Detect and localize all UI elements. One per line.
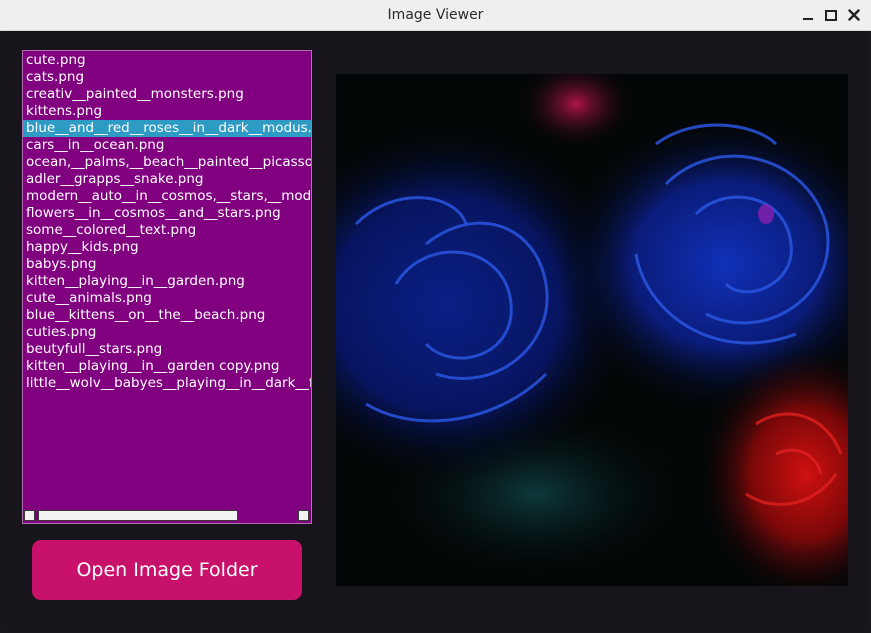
file-list-item[interactable]: flowers__in__cosmos__and__stars.png — [23, 205, 311, 222]
open-image-folder-button[interactable]: Open Image Folder — [32, 540, 302, 600]
minimize-button[interactable] — [799, 6, 817, 24]
file-list: cute.png cats.png creativ__painted__monste… — [23, 52, 311, 392]
close-button[interactable] — [845, 6, 863, 24]
file-list-item[interactable]: creativ__painted__monsters.png — [23, 86, 311, 103]
file-list-item[interactable]: kitten__playing__in__garden copy.png — [23, 358, 311, 375]
file-list-item[interactable]: blue__kittens__on__the__beach.png — [23, 307, 311, 324]
maximize-button[interactable] — [822, 6, 840, 24]
image-preview — [336, 74, 848, 586]
file-list-item[interactable]: cuties.png — [23, 324, 311, 341]
file-listbox[interactable]: cute.png cats.png creativ__painted__monste… — [22, 50, 312, 524]
file-list-item[interactable]: little__wolv__babyes__playing__in__dark_… — [23, 375, 311, 392]
file-list-item[interactable]: modern__auto__in__cosmos,__stars,__moder… — [23, 188, 311, 205]
file-list-item[interactable]: cars__in__ocean.png — [23, 137, 311, 154]
roses-image — [336, 74, 848, 586]
close-icon — [848, 9, 860, 21]
file-list-item[interactable]: cute__animals.png — [23, 290, 311, 307]
file-list-item[interactable]: kitten__playing__in__garden.png — [23, 273, 311, 290]
file-list-item[interactable]: cats.png — [23, 69, 311, 86]
scrollbar-thumb[interactable] — [38, 510, 238, 521]
title-bar: Image Viewer — [0, 0, 871, 31]
file-list-item[interactable]: beutyfull__stars.png — [23, 341, 311, 358]
file-list-item[interactable]: some__colored__text.png — [23, 222, 311, 239]
file-list-item[interactable]: adler__grapps__snake.png — [23, 171, 311, 188]
file-list-item[interactable]: kittens.png — [23, 103, 311, 120]
file-list-item[interactable]: ocean,__palms,__beach__painted__picasso.… — [23, 154, 311, 171]
scroll-right-button[interactable] — [298, 510, 309, 521]
file-list-item[interactable]: cute.png — [23, 52, 311, 69]
horizontal-scrollbar[interactable] — [23, 509, 311, 523]
file-list-item[interactable]: blue__and__red__roses__in__dark__modus.p… — [23, 120, 311, 137]
file-list-item[interactable]: happy__kids.png — [23, 239, 311, 256]
minimize-icon — [803, 18, 813, 20]
file-list-item[interactable]: babys.png — [23, 256, 311, 273]
window-title: Image Viewer — [387, 7, 484, 23]
scroll-left-button[interactable] — [24, 510, 35, 521]
maximize-icon — [825, 9, 837, 21]
